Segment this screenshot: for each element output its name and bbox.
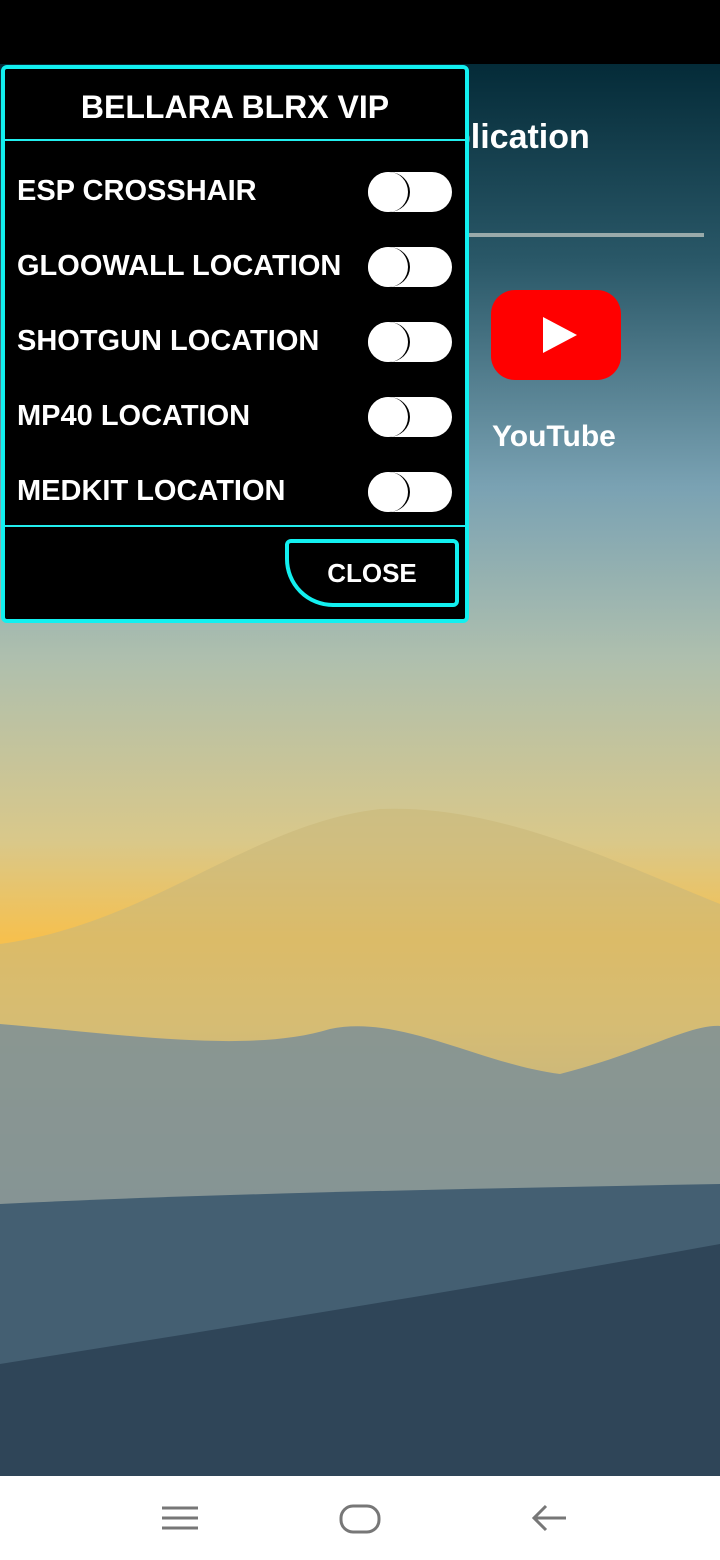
toggle-knob <box>368 396 410 437</box>
toggle-knob <box>368 321 410 362</box>
item-label: ESP CROSSHAIR <box>17 175 257 207</box>
menu-item-medkit-location: MEDKIT LOCATION <box>5 454 465 529</box>
navigation-bar <box>0 1476 720 1560</box>
toggle-knob <box>368 471 410 512</box>
close-button[interactable]: CLOSE <box>285 539 459 607</box>
toggle-knob <box>368 246 410 287</box>
home-icon[interactable] <box>338 1498 382 1538</box>
mod-menu-panel: BELLARA BLRX VIP ESP CROSSHAIR GLOOWALL … <box>1 65 469 623</box>
menu-item-shotgun-location: SHOTGUN LOCATION <box>5 304 465 379</box>
item-label: MEDKIT LOCATION <box>17 475 286 507</box>
back-icon[interactable] <box>528 1498 572 1538</box>
background-app-title: plication <box>450 118 590 156</box>
item-label: MP40 LOCATION <box>17 400 251 432</box>
toggle-knob <box>368 171 410 212</box>
menu-item-mp40-location: MP40 LOCATION <box>5 379 465 454</box>
toggle-switch[interactable] <box>368 471 452 512</box>
toggle-switch[interactable] <box>368 396 452 437</box>
menu-item-gloowall-location: GLOOWALL LOCATION <box>5 229 465 304</box>
youtube-icon[interactable] <box>491 290 621 380</box>
toggle-switch[interactable] <box>368 171 452 212</box>
status-bar <box>0 0 720 64</box>
youtube-label[interactable]: YouTube <box>492 420 616 454</box>
item-label: GLOOWALL LOCATION <box>17 250 342 282</box>
menu-item-esp-crosshair: ESP CROSSHAIR <box>5 154 465 229</box>
toggle-switch[interactable] <box>368 246 452 287</box>
menu-title: BELLARA BLRX VIP <box>5 69 465 141</box>
toggle-switch[interactable] <box>368 321 452 362</box>
item-label: SHOTGUN LOCATION <box>17 325 320 357</box>
divider <box>468 233 704 237</box>
menu-icon[interactable] <box>158 1498 202 1538</box>
